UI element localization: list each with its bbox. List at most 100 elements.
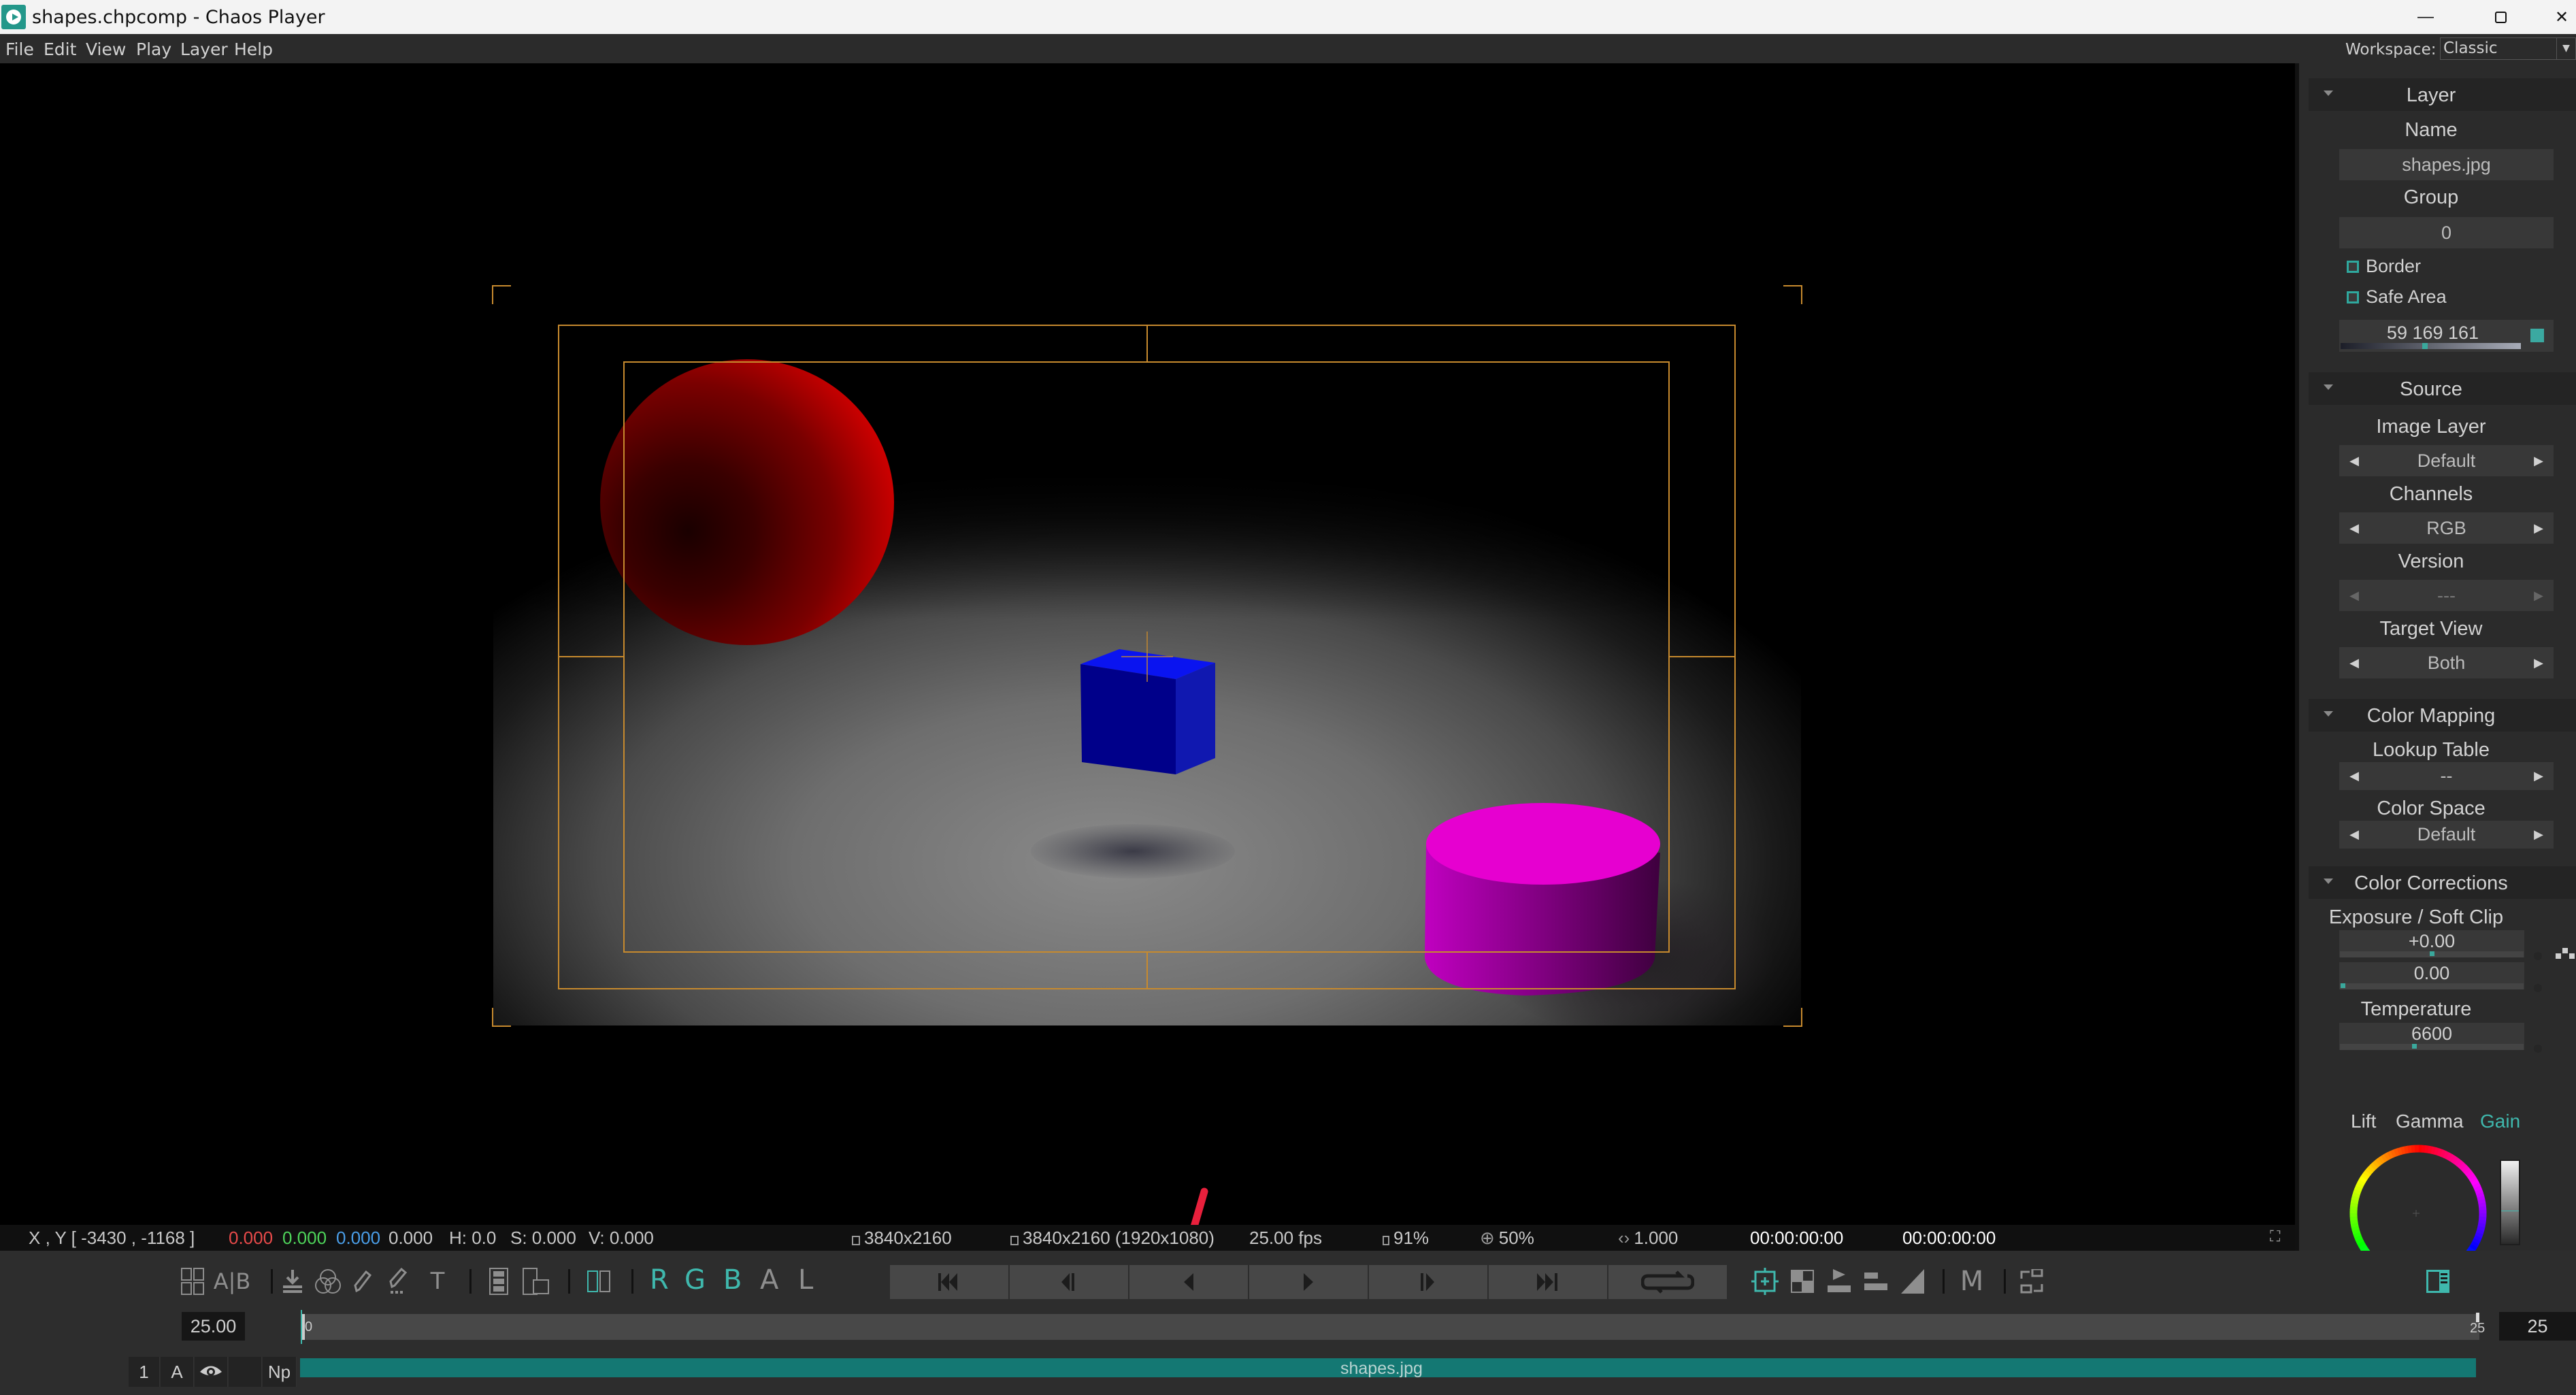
- prev-arrow-icon[interactable]: ◀: [2347, 512, 2361, 544]
- pencil-dotted-icon[interactable]: [386, 1266, 410, 1296]
- workspace-select[interactable]: Classic ▼: [2440, 37, 2576, 60]
- temperature-reset-dot[interactable]: [2534, 1045, 2542, 1053]
- exposure-reset-dot[interactable]: [2534, 952, 2542, 960]
- restore-button[interactable]: [2470, 0, 2531, 34]
- channels-selector[interactable]: ◀ RGB ▶: [2339, 512, 2554, 544]
- channel-b-button[interactable]: B: [723, 1264, 742, 1296]
- menu-edit[interactable]: Edit: [44, 39, 76, 59]
- end-frame-input[interactable]: 25: [2499, 1312, 2576, 1341]
- section-title: Layer: [2406, 84, 2456, 106]
- stack-icon[interactable]: [1863, 1266, 1889, 1296]
- separator: [568, 1269, 570, 1294]
- soft-clip-curve-icon[interactable]: [2556, 948, 2575, 962]
- skip-to-end-button[interactable]: [1489, 1265, 1607, 1299]
- play-range-icon[interactable]: [1826, 1266, 1852, 1296]
- zoom-level[interactable]: ⊕ 50%: [1480, 1228, 1534, 1249]
- pencil-icon[interactable]: [351, 1266, 374, 1296]
- color-wheel[interactable]: [2348, 1140, 2488, 1251]
- border-checkbox[interactable]: Border: [2347, 256, 2421, 277]
- next-arrow-icon[interactable]: ▶: [2532, 445, 2545, 476]
- next-arrow-icon[interactable]: ▶: [2532, 512, 2545, 544]
- import-icon[interactable]: [280, 1266, 305, 1296]
- target-view-selector[interactable]: ◀ Both ▶: [2339, 647, 2554, 678]
- visibility-eye-icon[interactable]: [195, 1357, 228, 1387]
- next-arrow-icon: ▶: [2534, 589, 2543, 602]
- cache-percent: 91%: [1383, 1228, 1429, 1249]
- color-swatch[interactable]: [2530, 329, 2544, 342]
- exposure-slider[interactable]: +0.00: [2339, 930, 2524, 957]
- minimize-button[interactable]: —: [2395, 0, 2456, 34]
- group-input[interactable]: 0: [2339, 217, 2554, 248]
- timecode-current: 00:00:00:00: [1750, 1228, 1844, 1248]
- compare-layout-icon[interactable]: [2018, 1266, 2045, 1296]
- ab-compare-button[interactable]: A|B: [212, 1266, 252, 1296]
- channel-a-button[interactable]: A: [760, 1264, 778, 1296]
- safe-area-checkbox[interactable]: Safe Area: [2347, 286, 2447, 308]
- exposure-thumb[interactable]: [2430, 951, 2434, 956]
- skip-to-start-button[interactable]: [890, 1265, 1008, 1299]
- film-strip-icon[interactable]: [487, 1266, 510, 1296]
- image-layer-selector[interactable]: ◀ Default ▶: [2339, 445, 2554, 476]
- gain-luminance-slider[interactable]: [2500, 1160, 2520, 1245]
- color-space-selector[interactable]: ◀ Default ▶: [2339, 821, 2554, 849]
- layer-mode-button[interactable]: A: [161, 1357, 194, 1387]
- clip-name: shapes.jpg: [1340, 1359, 1423, 1378]
- next-arrow-icon[interactable]: ▶: [2532, 821, 2545, 849]
- tab-gamma[interactable]: Gamma: [2396, 1111, 2464, 1132]
- skip-to-start-icon: [938, 1273, 957, 1291]
- menu-play[interactable]: Play: [136, 39, 171, 59]
- play-button[interactable]: [1249, 1265, 1368, 1299]
- timeline-ruler[interactable]: 0 25: [301, 1310, 2485, 1344]
- prev-arrow-icon[interactable]: ◀: [2347, 821, 2361, 849]
- menu-file[interactable]: File: [5, 39, 34, 59]
- soft-clip-thumb[interactable]: [2341, 983, 2345, 988]
- close-button[interactable]: ✕: [2538, 0, 2576, 34]
- color-picker-field[interactable]: 59 169 161: [2339, 320, 2554, 352]
- m-toggle-button[interactable]: M: [1957, 1266, 1987, 1297]
- film-overlay-icon[interactable]: [521, 1266, 551, 1296]
- section-color-corrections-header[interactable]: Color Corrections: [2309, 866, 2576, 899]
- section-layer-header[interactable]: Layer: [2309, 78, 2576, 111]
- next-arrow-icon[interactable]: ▶: [2532, 647, 2545, 678]
- soft-clip-reset-dot[interactable]: [2534, 984, 2542, 992]
- ramp-icon[interactable]: [1900, 1266, 1926, 1296]
- end-marker[interactable]: [2476, 1313, 2479, 1322]
- section-source-header[interactable]: Source: [2309, 372, 2576, 405]
- menu-view[interactable]: View: [86, 39, 126, 59]
- tab-lift[interactable]: Lift: [2351, 1111, 2376, 1132]
- layer-name-input[interactable]: shapes.jpg: [2339, 149, 2554, 180]
- color-blend-icon[interactable]: [314, 1266, 342, 1296]
- play-reverse-button[interactable]: [1129, 1265, 1248, 1299]
- fullscreen-icon[interactable]: ⛶: [2270, 1228, 2280, 1245]
- channel-g-button[interactable]: G: [684, 1264, 706, 1296]
- pixel-aspect: ‹› 1.000: [1618, 1228, 1679, 1248]
- color-slider-thumb[interactable]: [2422, 343, 2428, 349]
- step-back-button[interactable]: [1010, 1265, 1128, 1299]
- prev-arrow-icon[interactable]: ◀: [2347, 647, 2361, 678]
- channel-l-button[interactable]: L: [798, 1264, 813, 1296]
- tab-gain[interactable]: Gain: [2480, 1111, 2520, 1132]
- lut-selector[interactable]: ◀ -- ▶: [2339, 762, 2554, 790]
- text-tool-button[interactable]: T: [425, 1266, 450, 1296]
- split-view-icon[interactable]: [585, 1266, 612, 1296]
- fps-input[interactable]: 25.00: [182, 1312, 245, 1341]
- next-arrow-icon[interactable]: ▶: [2532, 762, 2545, 790]
- menu-layer[interactable]: Layer: [180, 39, 228, 59]
- panel-toggle-icon[interactable]: [2424, 1266, 2451, 1296]
- loop-button[interactable]: [1608, 1265, 1727, 1299]
- temperature-thumb[interactable]: [2411, 1044, 2417, 1049]
- compare-grid-icon[interactable]: [180, 1266, 205, 1296]
- channel-r-button[interactable]: R: [650, 1264, 669, 1296]
- step-forward-button[interactable]: [1369, 1265, 1487, 1299]
- menu-help[interactable]: Help: [234, 39, 273, 59]
- image-viewer[interactable]: [0, 63, 2295, 1225]
- temperature-slider[interactable]: 6600: [2339, 1023, 2524, 1050]
- prev-arrow-icon[interactable]: ◀: [2347, 445, 2361, 476]
- prev-arrow-icon[interactable]: ◀: [2347, 762, 2361, 790]
- section-color-mapping-header[interactable]: Color Mapping: [2309, 699, 2576, 732]
- checker-icon[interactable]: [1789, 1266, 1815, 1296]
- soft-clip-slider[interactable]: 0.00: [2339, 962, 2524, 989]
- color-slider[interactable]: [2341, 343, 2521, 349]
- playhead-line: [301, 1310, 302, 1344]
- safe-area-toggle-icon[interactable]: [1751, 1266, 1779, 1296]
